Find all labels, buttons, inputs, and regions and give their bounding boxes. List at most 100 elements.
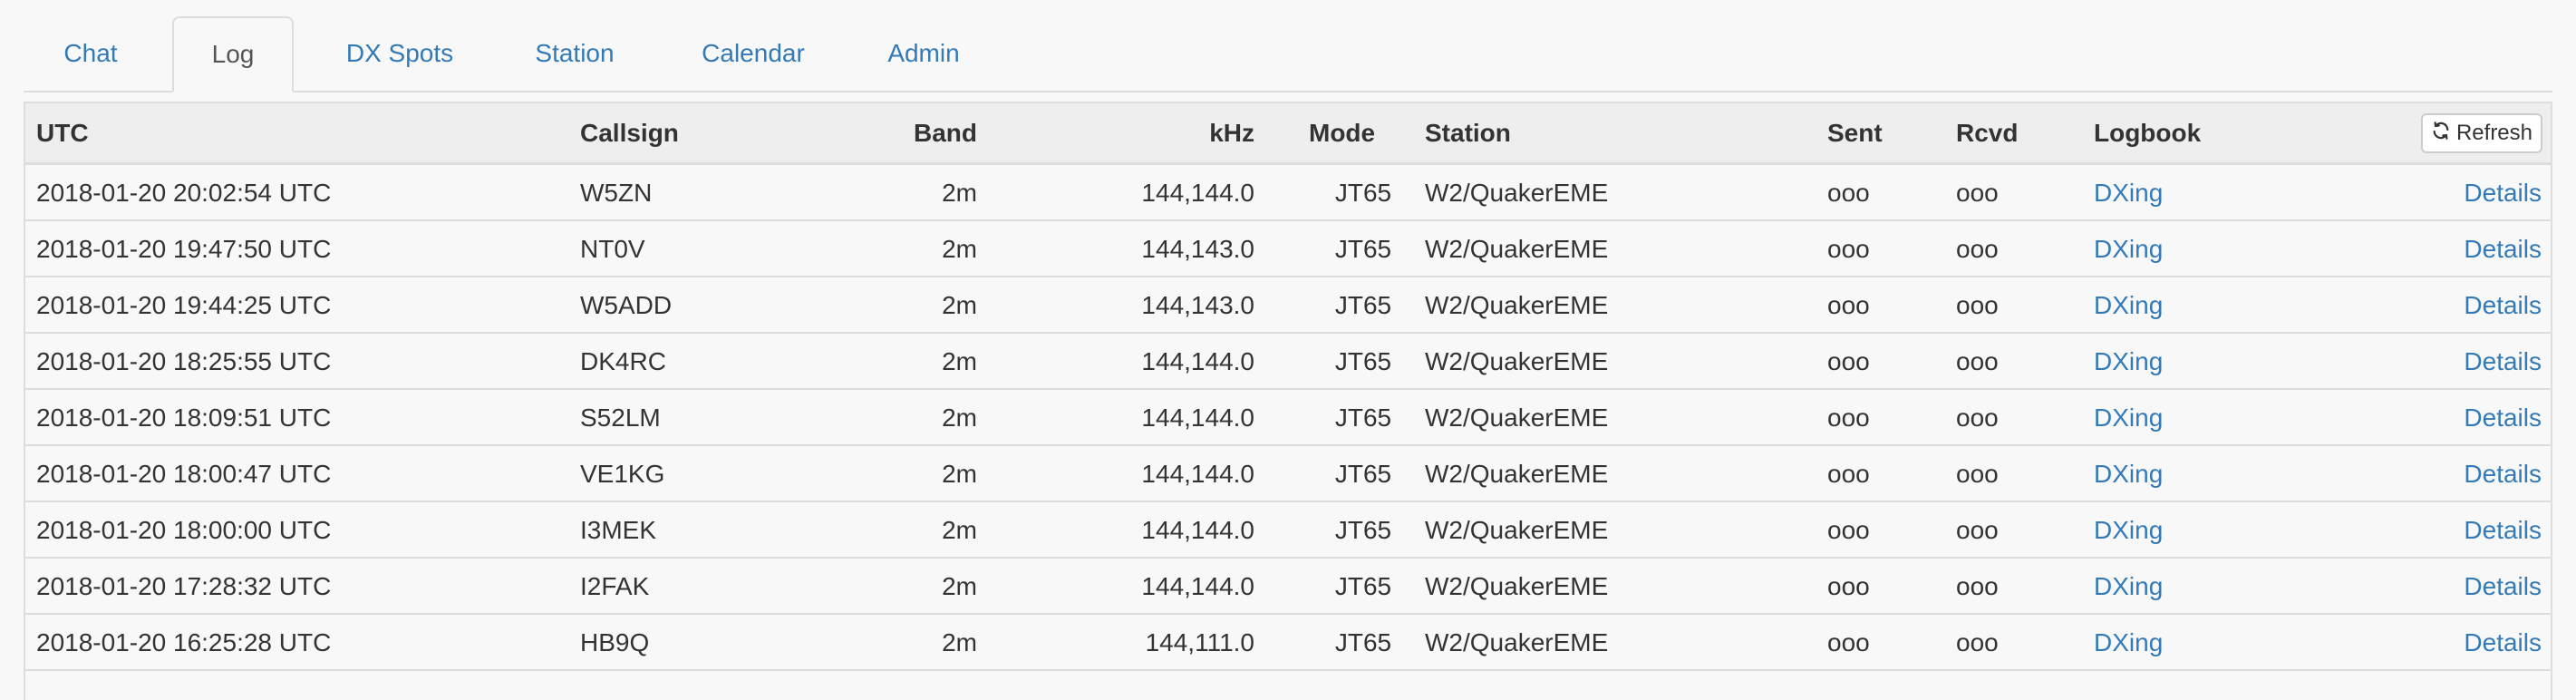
tab-dx-spots[interactable]: DX Spots xyxy=(314,16,486,91)
cell-callsign: I2FAK xyxy=(580,572,650,600)
details-link[interactable]: Details xyxy=(2382,165,2542,221)
details-link[interactable]: Details xyxy=(2382,334,2542,390)
cell-station: W2/QuakerEME xyxy=(1425,291,1609,319)
cell-khz: 144,144.0 xyxy=(1141,347,1254,375)
cell-callsign: VE1KG xyxy=(580,460,665,488)
cell-band: 2m xyxy=(942,403,977,432)
cell-band: 2m xyxy=(942,291,977,319)
details-link[interactable]: Details xyxy=(2382,615,2542,671)
cell-rcvd: ooo xyxy=(1956,572,1999,600)
table-row: 2018-01-20 20:02:54 UTC W5ZN 2m 144,144.0 JT… xyxy=(25,165,2551,221)
cell-station: W2/QuakerEME xyxy=(1425,403,1609,432)
cell-khz: 144,144.0 xyxy=(1141,403,1254,432)
refresh-icon xyxy=(2431,121,2451,147)
cell-band: 2m xyxy=(942,179,977,207)
header-khz: kHz xyxy=(1209,119,1254,147)
details-link[interactable]: Details xyxy=(2382,390,2542,446)
header-rcvd: Rcvd xyxy=(1956,119,2019,147)
details-link[interactable]: Details xyxy=(2382,446,2542,502)
cell-callsign: S52LM xyxy=(580,403,661,432)
nav-tabs: Chat Log DX Spots Station Calendar Admin xyxy=(24,0,2552,92)
cell-station: W2/QuakerEME xyxy=(1425,572,1609,600)
refresh-button[interactable]: Refresh xyxy=(2421,113,2542,153)
cell-callsign: NT0V xyxy=(580,235,645,263)
cell-station: W2/QuakerEME xyxy=(1425,516,1609,544)
log-table: UTC Callsign Band kHz Mode Station Sent … xyxy=(24,102,2552,700)
cell-mode: JT65 xyxy=(1334,179,1392,207)
details-link[interactable]: Details xyxy=(2382,277,2542,334)
header-sent: Sent xyxy=(1827,119,1883,147)
header-callsign: Callsign xyxy=(580,119,679,147)
cell-khz: 144,144.0 xyxy=(1141,179,1254,207)
cell-station: W2/QuakerEME xyxy=(1425,235,1609,263)
cell-utc: 2018-01-20 19:44:25 UTC xyxy=(36,291,332,319)
cell-band: 2m xyxy=(942,572,977,600)
cell-band: 2m xyxy=(942,628,977,656)
cell-mode: JT65 xyxy=(1334,291,1392,319)
cell-mode: JT65 xyxy=(1334,403,1392,432)
cell-band: 2m xyxy=(942,516,977,544)
cell-rcvd: ooo xyxy=(1956,403,1999,432)
table-row: 2018-01-20 16:25:28 UTC HB9Q 2m 144,111.0 JT… xyxy=(25,615,2551,671)
cell-utc: 2018-01-20 16:25:28 UTC xyxy=(36,628,332,656)
table-row: 2018-01-20 17:28:32 UTC I2FAK 2m 144,144.0 J… xyxy=(25,559,2551,615)
cell-station: W2/QuakerEME xyxy=(1425,347,1609,375)
cell-band: 2m xyxy=(942,347,977,375)
cell-callsign: DK4RC xyxy=(580,347,666,375)
cell-sent: ooo xyxy=(1827,179,1870,207)
cell-mode: JT65 xyxy=(1334,572,1392,600)
cell-sent: ooo xyxy=(1827,628,1870,656)
cell-rcvd: ooo xyxy=(1956,179,1999,207)
tab-calendar[interactable]: Calendar xyxy=(663,16,843,91)
details-link[interactable]: Details xyxy=(2382,559,2542,615)
logbook-link[interactable]: DXing xyxy=(2094,446,2163,502)
cell-sent: ooo xyxy=(1827,291,1870,319)
cell-utc: 2018-01-20 17:28:32 UTC xyxy=(36,572,332,600)
cell-sent: ooo xyxy=(1827,347,1870,375)
logbook-link[interactable]: DXing xyxy=(2094,390,2163,446)
cell-mode: JT65 xyxy=(1334,628,1392,656)
table-header: UTC Callsign Band kHz Mode Station Sent … xyxy=(25,103,2551,165)
logbook-link[interactable]: DXing xyxy=(2094,334,2163,390)
header-band: Band xyxy=(914,119,977,147)
cell-utc: 2018-01-20 18:25:55 UTC xyxy=(36,347,332,375)
cell-mode: JT65 xyxy=(1334,235,1392,263)
logbook-link[interactable]: DXing xyxy=(2094,165,2163,221)
details-link[interactable]: Details xyxy=(2382,502,2542,559)
logbook-link[interactable]: DXing xyxy=(2094,221,2163,277)
cell-utc: 2018-01-20 19:47:50 UTC xyxy=(36,235,332,263)
logbook-link[interactable]: DXing xyxy=(2094,277,2163,334)
cell-rcvd: ooo xyxy=(1956,291,1999,319)
cell-khz: 144,143.0 xyxy=(1141,291,1254,319)
cell-band: 2m xyxy=(942,460,977,488)
table-row: 2018-01-20 19:44:25 UTC W5ADD 2m 144,143.0 J… xyxy=(25,277,2551,334)
cell-callsign: I3MEK xyxy=(580,516,657,544)
logbook-link[interactable]: DXing xyxy=(2094,502,2163,559)
cell-khz: 144,111.0 xyxy=(1145,628,1254,656)
table-row: 2018-01-20 18:00:00 UTC I3MEK 2m 144,144.0 J… xyxy=(25,502,2551,559)
cell-sent: ooo xyxy=(1827,403,1870,432)
cell-station: W2/QuakerEME xyxy=(1425,628,1609,656)
header-utc: UTC xyxy=(36,119,89,147)
cell-utc: 2018-01-20 20:02:54 UTC xyxy=(36,179,332,207)
tab-admin[interactable]: Admin xyxy=(847,16,1001,91)
cell-callsign: W5ZN xyxy=(580,179,653,207)
cell-rcvd: ooo xyxy=(1956,628,1999,656)
table-row: 2018-01-20 18:25:55 UTC DK4RC 2m 144,144.0 J… xyxy=(25,334,2551,390)
tab-log[interactable]: Log xyxy=(172,16,294,92)
tab-station[interactable]: Station xyxy=(502,16,647,91)
cell-callsign: HB9Q xyxy=(580,628,650,656)
header-mode: Mode xyxy=(1309,119,1376,147)
logbook-link[interactable]: DXing xyxy=(2094,615,2163,671)
logbook-link[interactable]: DXing xyxy=(2094,559,2163,615)
cell-rcvd: ooo xyxy=(1956,460,1999,488)
cell-station: W2/QuakerEME xyxy=(1425,460,1609,488)
table-row: 2018-01-20 19:47:50 UTC NT0V 2m 144,143.0 JT… xyxy=(25,221,2551,277)
cell-station: W2/QuakerEME xyxy=(1425,179,1609,207)
cell-utc: 2018-01-20 18:00:00 UTC xyxy=(36,516,332,544)
details-link[interactable]: Details xyxy=(2382,221,2542,277)
cell-khz: 144,143.0 xyxy=(1141,235,1254,263)
tab-chat[interactable]: Chat xyxy=(34,16,147,91)
cell-mode: JT65 xyxy=(1334,347,1392,375)
cell-sent: ooo xyxy=(1827,460,1870,488)
